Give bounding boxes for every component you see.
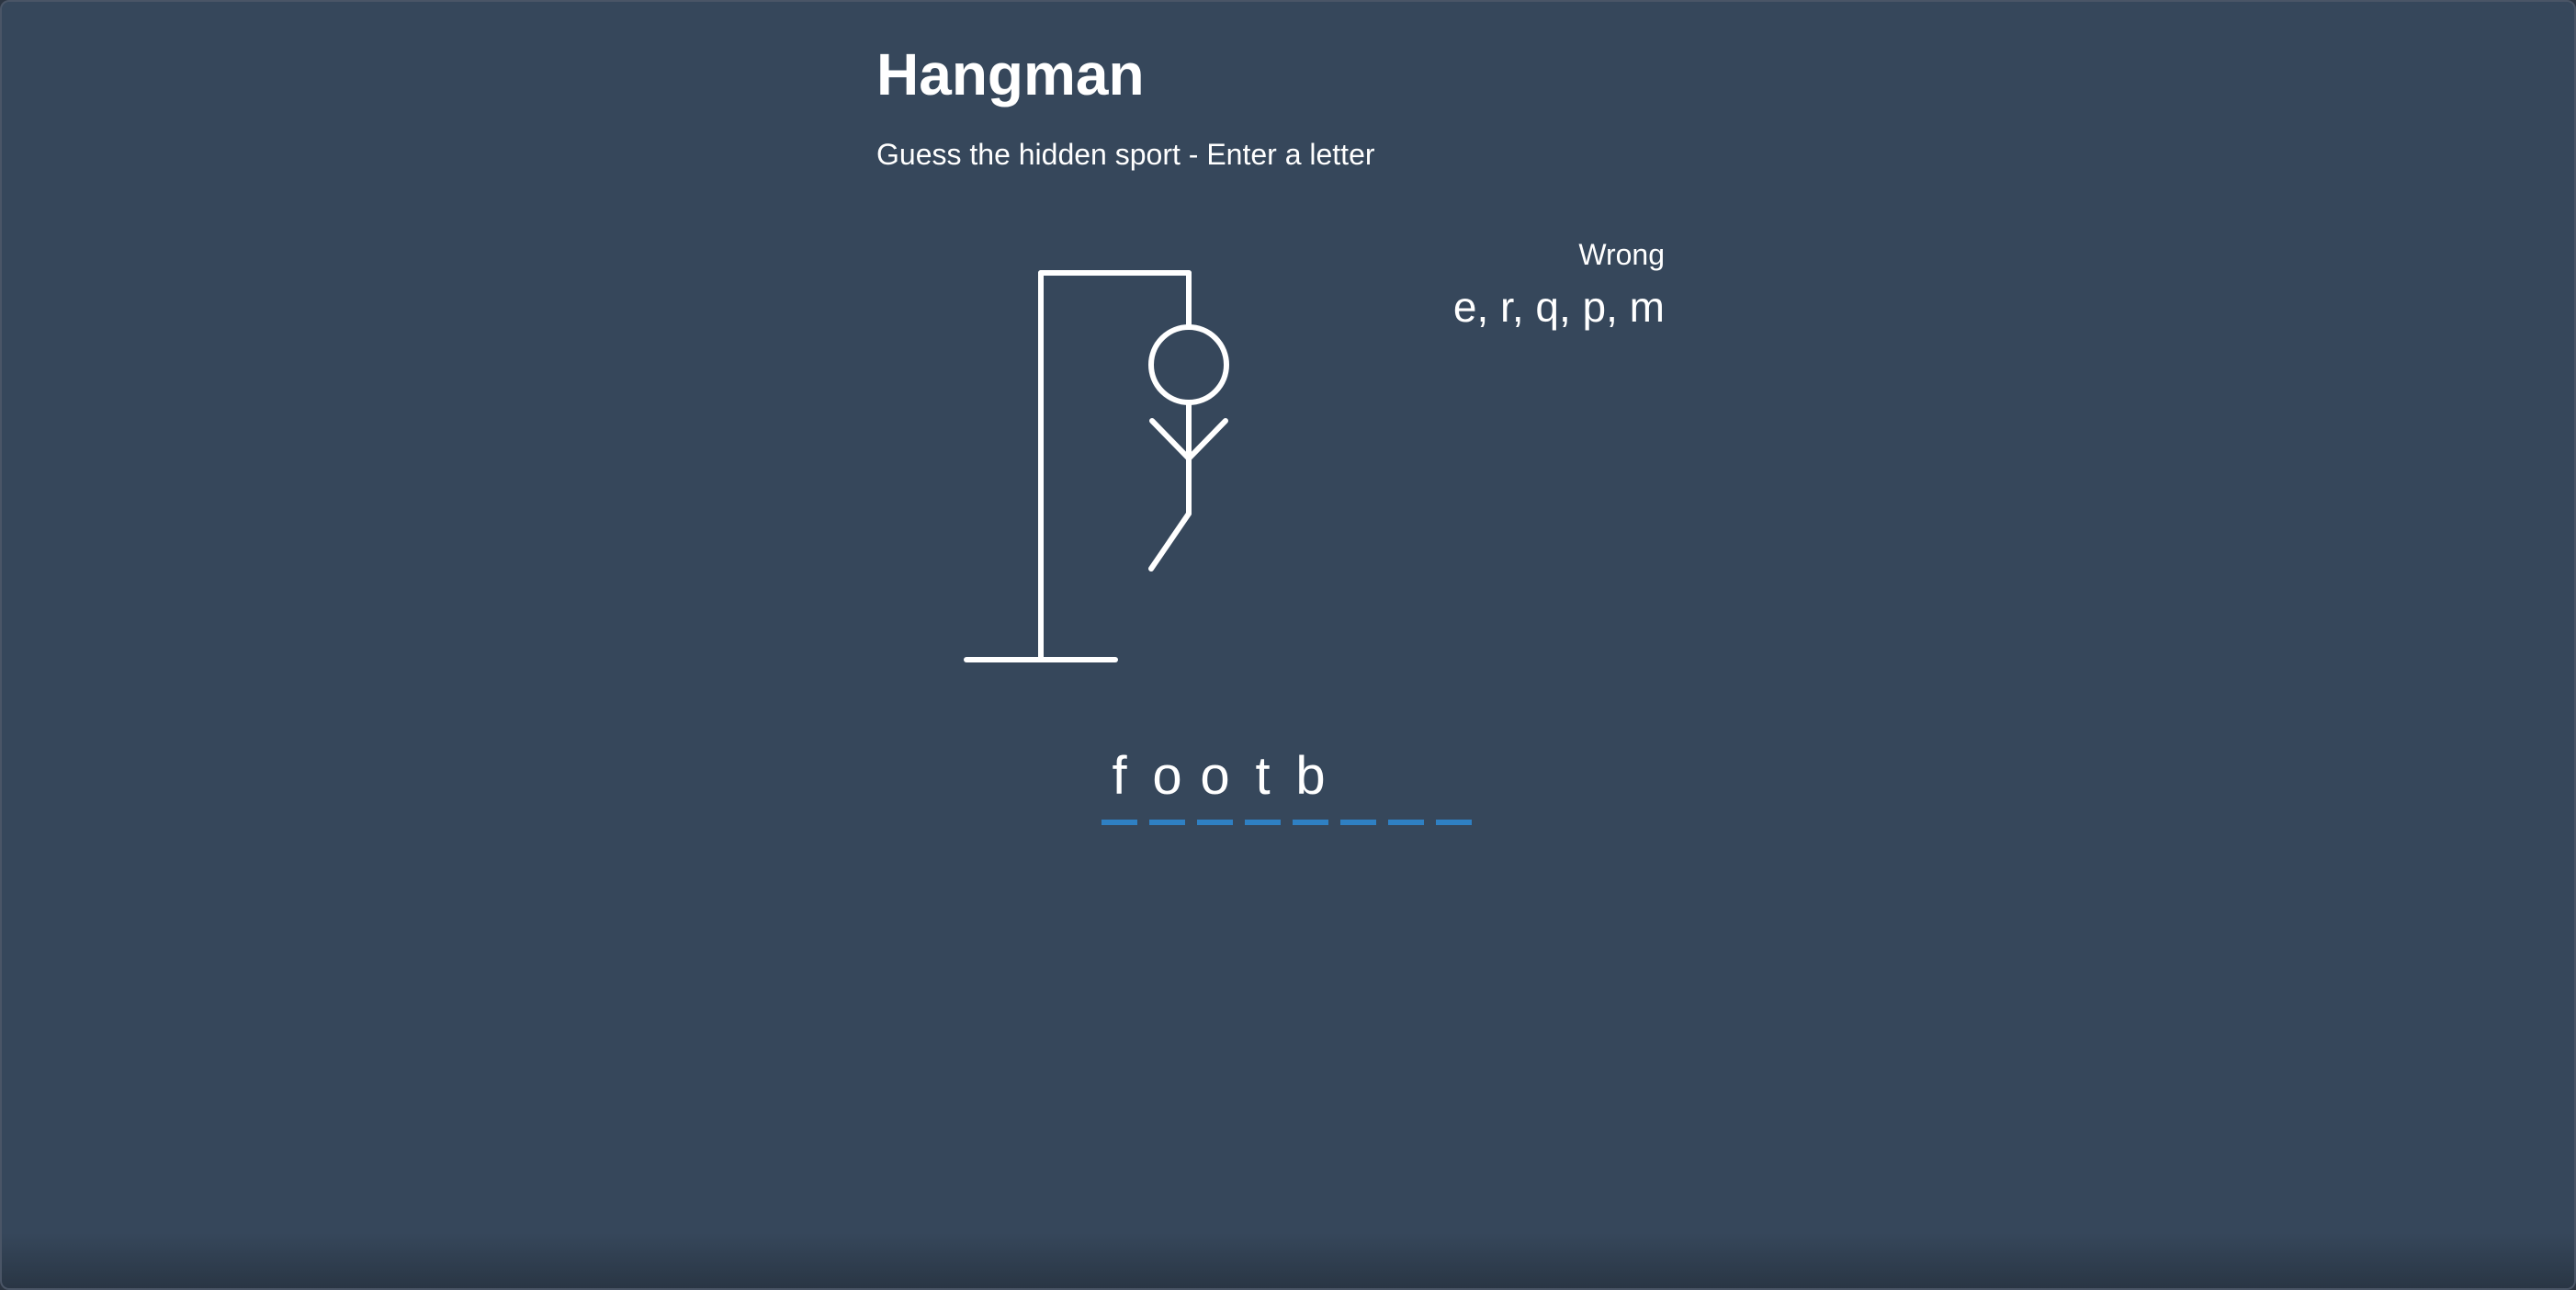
page-title: Hangman (876, 41, 1145, 108)
wrong-letters-panel: Wrong e, r, q, p, m (1453, 235, 1665, 336)
game-window: Hangman Guess the hidden sport - Enter a… (0, 0, 2576, 1290)
letter-slot: o (1197, 744, 1233, 825)
figure-left-arm (1149, 418, 1192, 461)
letter-slot (1436, 744, 1472, 825)
wrong-label: Wrong (1578, 238, 1665, 271)
letter-slot: t (1245, 744, 1281, 825)
wrong-letters-list: e, r, q, p, m (1452, 283, 1665, 331)
letter-slot: b (1293, 744, 1328, 825)
figure-head (1148, 324, 1229, 405)
letter-slot: f (1102, 744, 1137, 825)
word-display: f o o t b (1102, 744, 1484, 825)
hangman-drawing (964, 270, 1229, 662)
letter-slot (1340, 744, 1376, 825)
letter-slot (1388, 744, 1424, 825)
instructions-text: Guess the hidden sport - Enter a letter (876, 138, 1375, 171)
letter-slot: o (1149, 744, 1185, 825)
figure-right-arm (1186, 418, 1228, 461)
figure-left-leg (1148, 511, 1192, 571)
